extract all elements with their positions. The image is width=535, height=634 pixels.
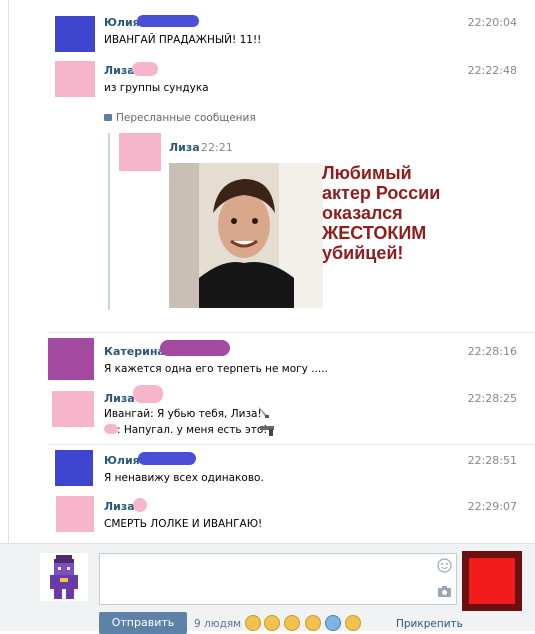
message-text: СМЕРТЬ ЛОЛКЕ И ИВАНГАЮ! <box>104 518 263 530</box>
divider <box>48 332 535 333</box>
sender-name[interactable]: Юлия <box>104 454 140 467</box>
sender-name[interactable]: Катерина <box>104 345 165 358</box>
message-input[interactable] <box>99 553 457 605</box>
clap-emoji-icon[interactable] <box>284 615 300 631</box>
redaction-scribble <box>160 340 230 356</box>
avatar[interactable] <box>48 338 94 380</box>
forwarded-label[interactable]: Пересланные сообщения <box>116 112 256 124</box>
tears-of-joy-emoji-icon[interactable] <box>345 615 361 631</box>
gun-emoji-icon <box>259 423 277 437</box>
laugh-emoji-icon[interactable] <box>245 615 261 631</box>
redaction-scribble <box>138 452 196 465</box>
sender-name[interactable]: Лиза <box>104 500 135 513</box>
message-text: Я ненавижу всех одинаково. <box>104 472 264 484</box>
message-text: Я кажется одна его терпеть не могу ..... <box>104 363 328 375</box>
message-time: 22:29:07 <box>467 500 517 513</box>
thumbs-up-emoji-icon[interactable] <box>264 615 280 631</box>
message-time: 22:28:16 <box>467 345 517 358</box>
redaction-scribble <box>104 424 118 434</box>
news-headline: Любимый актер России оказался ЖЕСТОКИМ у… <box>322 163 441 263</box>
avatar[interactable] <box>55 450 93 486</box>
sender-name[interactable]: Лиза <box>104 392 135 405</box>
avatar[interactable] <box>55 61 95 97</box>
redaction-scribble <box>137 15 199 27</box>
message-time: 22:20:04 <box>467 16 517 29</box>
news-photo[interactable] <box>169 163 323 308</box>
redaction-scribble <box>133 385 163 403</box>
forwarded-time: 22:21 <box>201 141 233 154</box>
recipient-avatar[interactable] <box>469 558 515 604</box>
sender-name[interactable]: Лиза <box>104 64 135 77</box>
avatar[interactable] <box>119 133 161 171</box>
camera-icon[interactable] <box>437 585 452 598</box>
my-avatar[interactable] <box>40 553 88 601</box>
avatar[interactable] <box>52 391 94 427</box>
message-time: 22:28:51 <box>467 454 517 467</box>
message-time: 22:22:48 <box>467 64 517 77</box>
send-button[interactable]: Отправить <box>99 612 187 634</box>
redaction-scribble <box>133 498 147 512</box>
avatar[interactable] <box>55 16 95 52</box>
message-text: Ивангай: Я убью тебя, Лиза! <box>104 408 262 420</box>
sender-name[interactable]: Юлия <box>104 16 140 29</box>
message-text: ИВАНГАЙ ПРАДАЖНЫЙ! 11!! <box>104 34 262 46</box>
forwarded-bar <box>108 133 110 310</box>
knife-emoji-icon <box>256 405 270 419</box>
message-text: из группы сундука <box>104 82 209 94</box>
forward-icon <box>104 114 112 121</box>
redaction-scribble <box>132 62 158 76</box>
smiley-icon[interactable] <box>437 558 452 573</box>
scream-emoji-icon[interactable] <box>325 615 341 631</box>
attach-link[interactable]: Прикрепить <box>396 618 463 630</box>
message-text: : Напугал. у меня есть это! <box>117 424 268 436</box>
message-time: 22:28:25 <box>467 392 517 405</box>
forwarded-sender-name[interactable]: Лиза <box>169 141 200 154</box>
avatar[interactable] <box>56 496 94 532</box>
scroll-guide-line <box>8 0 9 543</box>
likes-count[interactable]: 9 людям <box>194 618 241 630</box>
cool-emoji-icon[interactable] <box>305 615 321 631</box>
divider <box>48 444 535 445</box>
